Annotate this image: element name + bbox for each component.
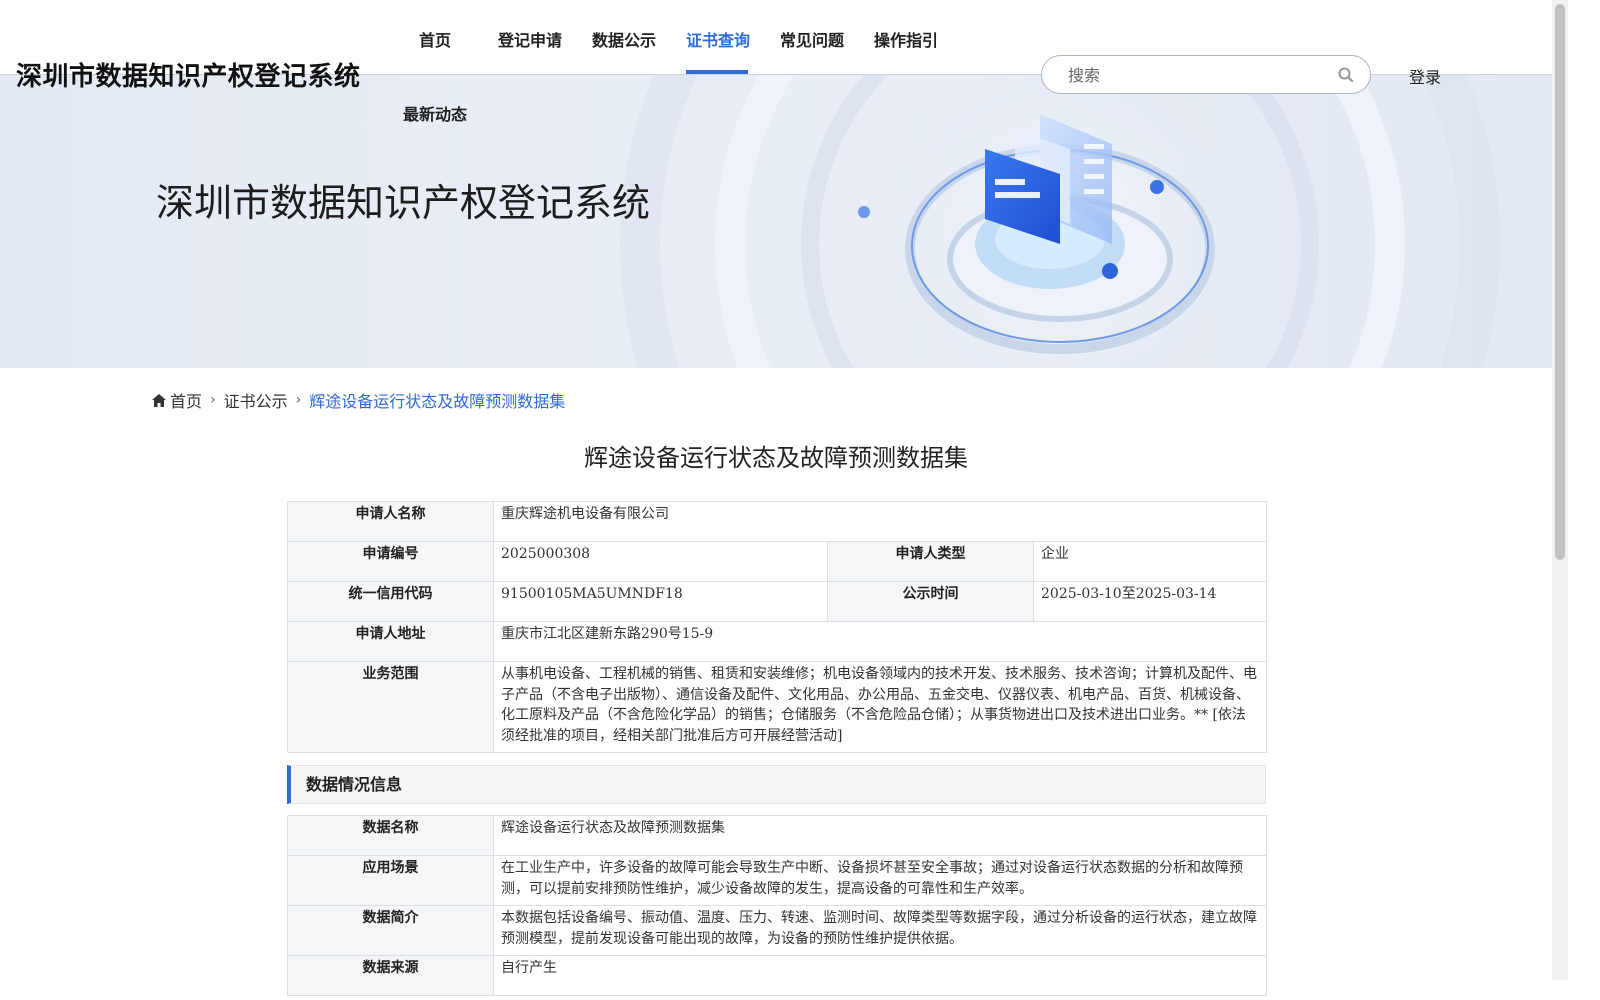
active-nav-indicator [686,70,748,74]
application-number-value: 2025000308 [493,541,828,582]
data-name-value: 辉途设备运行状态及故障预测数据集 [493,815,1267,856]
nav-register-apply[interactable]: 登记申请 [498,27,562,51]
application-scene-label: 应用场景 [287,855,494,906]
breadcrumb-certificate-public[interactable]: 证书公示 [224,388,288,412]
applicant-type-label: 申请人类型 [827,541,1034,582]
applicant-info-table: 申请人名称 重庆辉途机电设备有限公司 申请编号 2025000308 申请人类型… [287,501,1267,753]
credit-code-label: 统一信用代码 [287,581,494,622]
search-input[interactable] [1066,62,1320,88]
application-number-label: 申请编号 [287,541,494,582]
business-scope-value: 从事机电设备、工程机械的销售、租赁和安装维修；机电设备领域内的技术开发、技术服务… [493,661,1267,753]
publicity-time-label: 公示时间 [827,581,1034,622]
breadcrumb: 首页 › 证书公示 › 辉途设备运行状态及故障预测数据集 [152,388,565,412]
login-link[interactable]: 登录 [1409,64,1441,88]
page-title: 辉途设备运行状态及故障预测数据集 [584,444,968,472]
data-info-table: 数据名称 辉途设备运行状态及故障预测数据集 应用场景 在工业生产中，许多设备的故… [287,815,1267,996]
home-icon [152,393,166,407]
chevron-right-icon: › [210,392,216,408]
breadcrumb-home[interactable]: 首页 [170,388,202,412]
banner-title: 深圳市数据知识产权登记系统 [156,181,651,225]
data-source-value: 自行产生 [493,955,1267,996]
table-row: 应用场景 在工业生产中，许多设备的故障可能会导致生产中断、设备损坏甚至安全事故；… [287,855,1267,906]
applicant-address-label: 申请人地址 [287,621,494,662]
data-info-section-header: 数据情况信息 [287,765,1266,804]
data-intro-label: 数据简介 [287,905,494,956]
application-scene-value: 在工业生产中，许多设备的故障可能会导致生产中断、设备损坏甚至安全事故；通过对设备… [493,855,1267,906]
table-row: 数据来源 自行产生 [287,955,1267,996]
nav-home[interactable]: 首页 [419,27,451,51]
applicant-type-value: 企业 [1033,541,1267,582]
nav-faq[interactable]: 常见问题 [780,27,844,51]
nav-guide[interactable]: 操作指引 [874,27,938,51]
nav-certificate-query[interactable]: 证书查询 [686,27,750,51]
table-row: 数据简介 本数据包括设备编号、振动值、温度、压力、转速、监测时间、故障类型等数据… [287,905,1267,956]
nav-data-public[interactable]: 数据公示 [592,27,656,51]
table-row: 申请人名称 重庆辉途机电设备有限公司 [287,501,1267,542]
site-title: 深圳市数据知识产权登记系统 [16,62,361,92]
breadcrumb-current: 辉途设备运行状态及故障预测数据集 [309,392,566,411]
applicant-name-label: 申请人名称 [287,501,494,542]
data-source-label: 数据来源 [287,955,494,996]
data-intro-value: 本数据包括设备编号、振动值、温度、压力、转速、监测时间、故障类型等数据字段，通过… [493,905,1267,956]
table-row: 业务范围 从事机电设备、工程机械的销售、租赁和安装维修；机电设备领域内的技术开发… [287,661,1267,753]
chevron-right-icon: › [295,392,302,408]
hero-banner: 深圳市数据知识产权登记系统 [0,74,1552,368]
credit-code-value: 91500105MA5UMNDF18 [493,581,828,622]
publicity-time-value: 2025-03-10至2025-03-14 [1033,581,1267,622]
scrollbar-thumb[interactable] [1555,4,1565,560]
table-row: 数据名称 辉途设备运行状态及故障预测数据集 [287,815,1267,856]
nav-news[interactable]: 最新动态 [403,101,467,125]
search-box [1041,55,1371,94]
table-row: 统一信用代码 91500105MA5UMNDF18 公示时间 2025-03-1… [287,581,1267,622]
table-row: 申请编号 2025000308 申请人类型 企业 [287,541,1267,582]
search-icon[interactable] [1337,66,1355,84]
applicant-address-value: 重庆市江北区建新东路290号15-9 [493,621,1267,662]
applicant-name-value: 重庆辉途机电设备有限公司 [493,501,1267,542]
business-scope-label: 业务范围 [287,661,494,753]
data-name-label: 数据名称 [287,815,494,856]
table-row: 申请人地址 重庆市江北区建新东路290号15-9 [287,621,1267,662]
